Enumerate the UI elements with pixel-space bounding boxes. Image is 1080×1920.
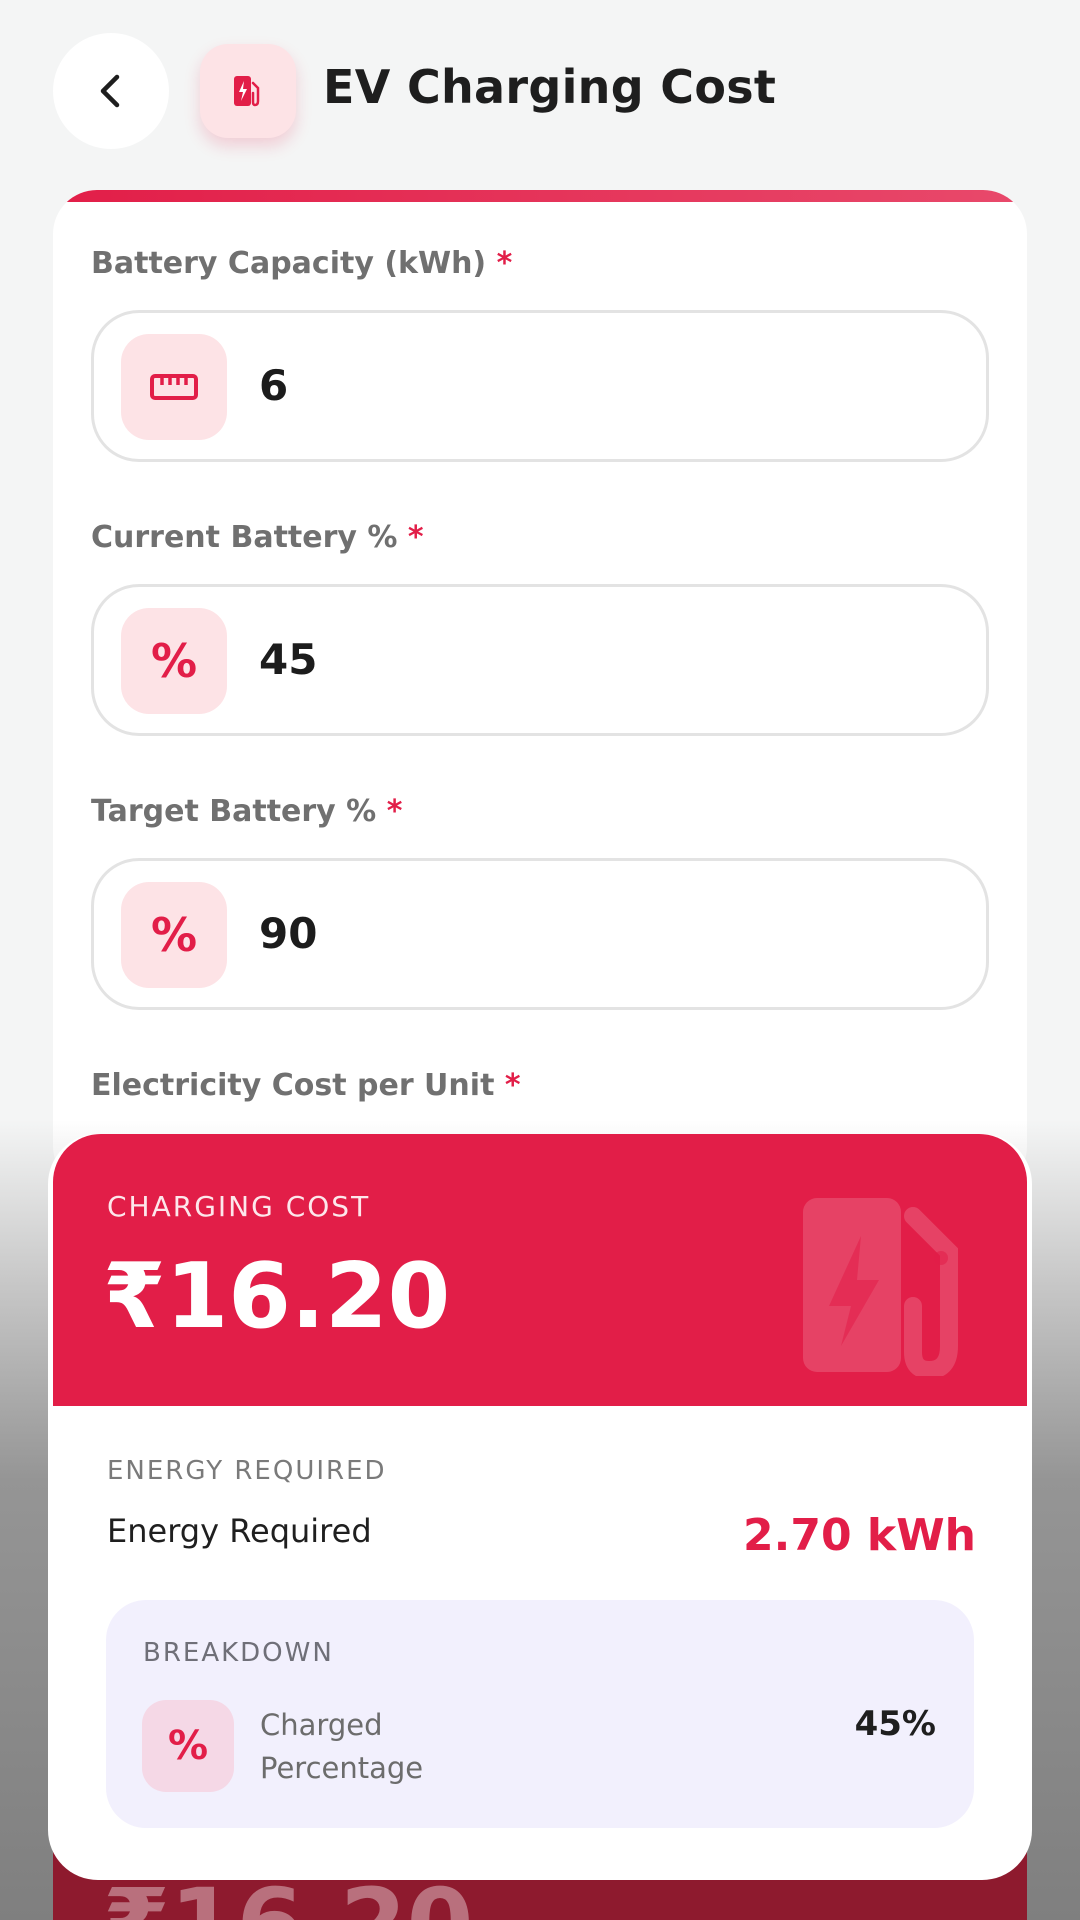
chevron-left-icon <box>100 74 120 108</box>
energy-required-label: Energy Required <box>107 1512 372 1550</box>
card-accent-bar <box>53 190 1027 202</box>
electricity-cost-label-text: Electricity Cost per Unit <box>91 1068 495 1103</box>
energy-required-caption: ENERGY REQUIRED <box>107 1456 387 1486</box>
ruler-icon <box>121 334 227 440</box>
target-battery-label: Target Battery % * <box>91 794 402 829</box>
page-title: EV Charging Cost <box>323 60 777 114</box>
current-battery-field[interactable]: % 45 <box>91 584 989 736</box>
required-marker: * <box>504 1068 521 1103</box>
required-marker: * <box>407 520 424 555</box>
battery-capacity-field[interactable]: 6 <box>91 310 989 462</box>
battery-capacity-label-text: Battery Capacity (kWh) <box>91 246 487 281</box>
percent-icon: % <box>142 1700 234 1792</box>
breakdown-panel: BREAKDOWN % Charged Percentage 45% <box>106 1600 974 1828</box>
charging-cost-label: CHARGING COST <box>107 1190 371 1223</box>
calculator-form: Battery Capacity (kWh) * 6 Current Batte… <box>53 190 1027 1190</box>
charged-percentage-label: Charged Percentage <box>260 1708 424 1785</box>
percent-icon: % <box>121 608 227 714</box>
required-marker: * <box>496 246 513 281</box>
charging-cost-header: CHARGING COST ₹16.20 <box>53 1134 1027 1406</box>
breakdown-caption: BREAKDOWN <box>143 1638 334 1668</box>
current-battery-label-text: Current Battery % <box>91 520 398 555</box>
target-battery-value[interactable]: 90 <box>259 909 317 958</box>
app-header: EV Charging Cost <box>0 0 1080 180</box>
result-sheet: CHARGING COST ₹16.20 ENERGY REQUIRED Ene… <box>48 1134 1032 1880</box>
back-button[interactable] <box>53 33 169 149</box>
ev-station-icon <box>200 44 296 138</box>
current-battery-label: Current Battery % * <box>91 520 424 555</box>
current-battery-value[interactable]: 45 <box>259 635 317 684</box>
required-marker: * <box>386 794 403 829</box>
target-battery-label-text: Target Battery % <box>91 794 377 829</box>
percent-icon: % <box>121 882 227 988</box>
ev-station-icon <box>803 1198 958 1376</box>
charged-percentage-value: 45% <box>854 1704 936 1744</box>
battery-capacity-value[interactable]: 6 <box>259 361 288 410</box>
battery-capacity-label: Battery Capacity (kWh) * <box>91 246 512 281</box>
electricity-cost-label: Electricity Cost per Unit * <box>91 1068 521 1103</box>
target-battery-field[interactable]: % 90 <box>91 858 989 1010</box>
energy-required-value: 2.70 kWh <box>743 1510 976 1561</box>
charging-cost-amount: ₹16.20 <box>103 1244 451 1349</box>
